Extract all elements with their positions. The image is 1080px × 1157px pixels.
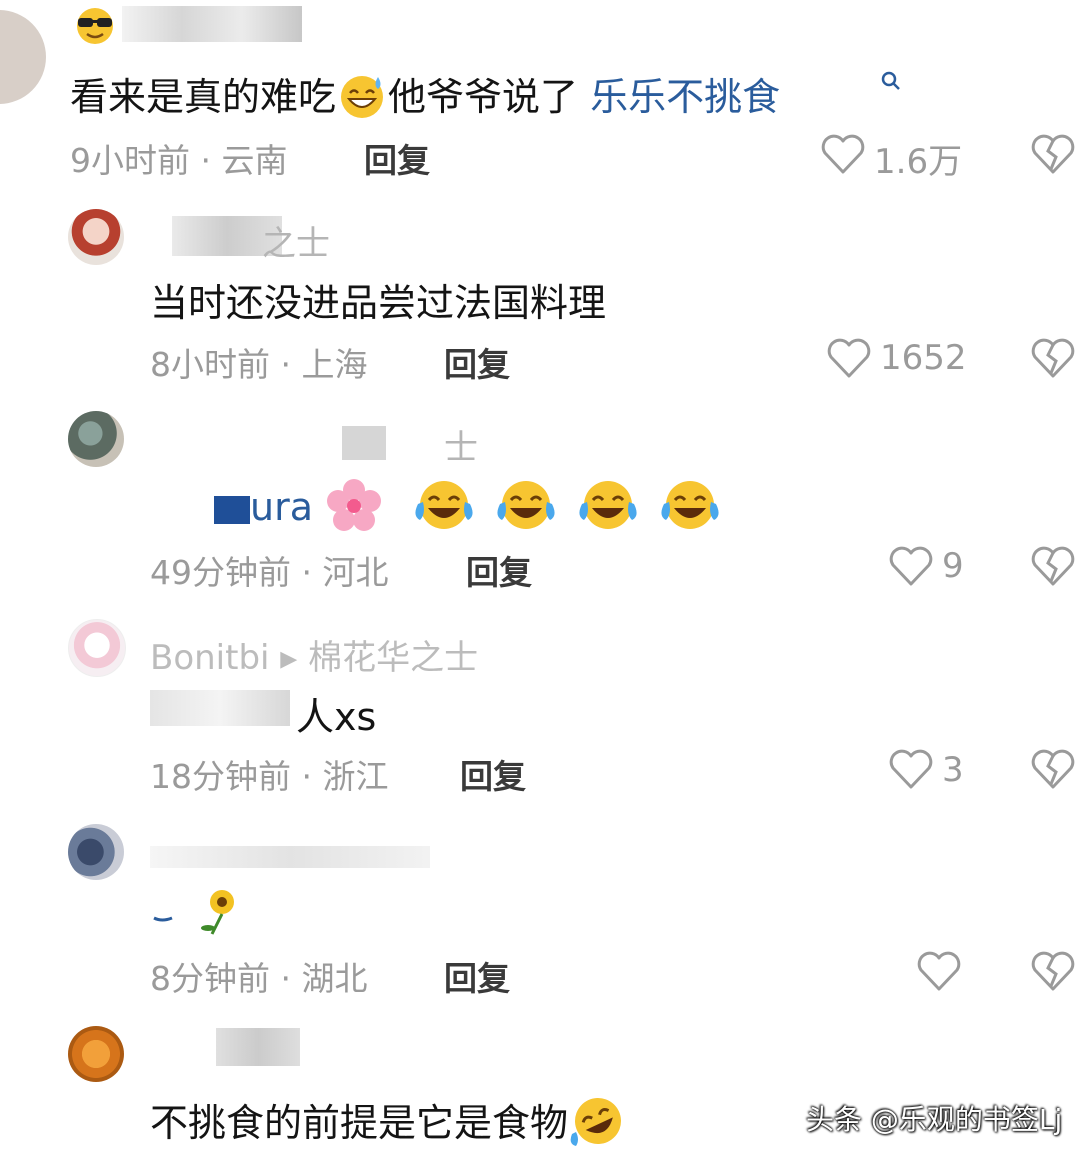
reply-button[interactable]: 回复 (444, 952, 510, 1000)
search-icon[interactable] (880, 70, 902, 96)
tears-of-joy-emoji-icon (659, 478, 721, 541)
tears-of-joy-emoji-icon (413, 478, 475, 541)
broken-heart-icon[interactable] (1030, 133, 1076, 179)
avatar[interactable] (68, 209, 124, 265)
username[interactable]: Bonitbi ▸ 棉花华之士 (150, 630, 478, 679)
comment-text: 看来是真的难吃 他爷爷说了 乐乐不挑食 (70, 66, 780, 128)
comment-text: 当时还没进品尝过法国料理 (150, 281, 607, 325)
like-count: 1.6万 (874, 142, 963, 182)
avatar[interactable] (68, 411, 124, 467)
topic-link[interactable]: 乐乐不挑食 (590, 75, 780, 119)
comment-meta: 8分钟前 · 湖北 (150, 959, 368, 998)
username-redacted (342, 426, 386, 460)
heart-outline-icon[interactable] (888, 748, 934, 794)
heart-outline-icon[interactable] (888, 545, 934, 591)
sunglasses-emoji-icon (72, 6, 118, 50)
heart-outline-icon[interactable] (826, 337, 872, 383)
comment-meta: 49分钟前 · 河北 (150, 553, 389, 592)
like-count: 1652 (880, 338, 967, 378)
comment-meta: 8小时前 · 上海 (150, 345, 368, 384)
like-count: 3 (942, 750, 964, 790)
mention-link[interactable]: ura (250, 485, 313, 529)
broken-heart-icon[interactable] (1030, 545, 1076, 591)
username[interactable]: 之士 (262, 216, 330, 265)
comment-meta: 9小时前 · 云南 (70, 141, 288, 180)
rolling-laughing-emoji-icon (568, 1094, 628, 1157)
mention-redacted (150, 690, 290, 726)
sunflower-emoji-icon (150, 884, 242, 942)
broken-heart-icon[interactable] (1030, 337, 1076, 383)
mention-redacted (214, 495, 250, 524)
reply-button[interactable]: 回复 (364, 134, 430, 182)
username-redacted (150, 846, 430, 868)
avatar[interactable] (68, 824, 124, 880)
reply-button[interactable]: 回复 (444, 338, 510, 386)
username[interactable]: 士 (444, 420, 478, 469)
avatar[interactable] (0, 10, 46, 104)
username-redacted (122, 6, 302, 42)
heart-outline-icon[interactable] (820, 133, 866, 179)
watermark: 头条 @乐观的书签Lj (806, 1103, 1063, 1136)
avatar[interactable] (68, 619, 126, 677)
cherry-blossom-emoji-icon (325, 478, 383, 541)
broken-heart-icon[interactable] (1030, 950, 1076, 996)
broken-heart-icon[interactable] (1030, 748, 1076, 794)
like-count: 9 (942, 546, 964, 586)
sweat-smile-emoji-icon (336, 71, 388, 128)
reply-button[interactable]: 回复 (466, 546, 532, 594)
heart-outline-icon[interactable] (916, 950, 962, 996)
tears-of-joy-emoji-icon (577, 478, 639, 541)
comment-meta: 18分钟前 · 浙江 (150, 757, 389, 796)
comment-text: 不挑食的前提是它是食物 (150, 1092, 628, 1157)
comment-text: ura (150, 478, 721, 541)
tears-of-joy-emoji-icon (495, 478, 557, 541)
avatar[interactable] (68, 1026, 124, 1082)
reply-button[interactable]: 回复 (460, 750, 526, 798)
comment-text: 人xs (296, 695, 377, 739)
username-redacted (216, 1028, 300, 1066)
